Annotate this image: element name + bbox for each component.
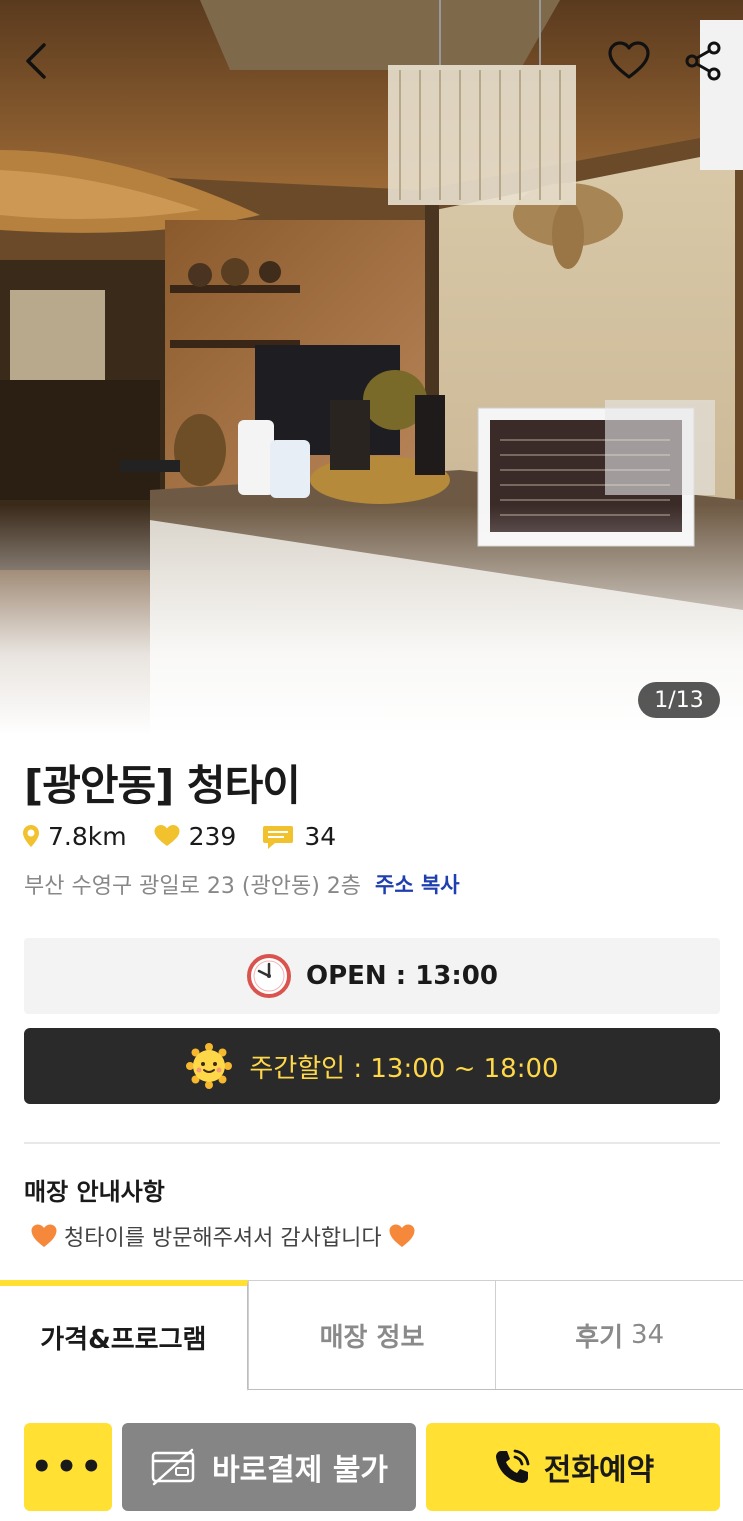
- tab-label: 매장 정보: [319, 1322, 425, 1353]
- detail-tabs: 가격&프로그램 매장 정보 후기 34: [0, 1280, 743, 1391]
- tab-reviews[interactable]: 후기 34: [495, 1280, 743, 1389]
- open-time-text: OPEN : 13:00: [306, 961, 498, 991]
- back-button[interactable]: [10, 36, 60, 86]
- tab-label: 후기: [575, 1322, 624, 1353]
- chevron-left-icon: [26, 43, 46, 79]
- orange-heart-icon: [389, 1224, 415, 1247]
- photo-counter: 1/13: [638, 682, 720, 718]
- location-pin-icon: [23, 825, 39, 847]
- notice-content: 청타이를 방문해주셔서 감사합니다: [24, 1220, 422, 1252]
- store-photo-carousel[interactable]: 1/13: [0, 0, 743, 735]
- pay-label: 바로결제 불가: [211, 1453, 389, 1488]
- call-label: 전화예약: [543, 1453, 655, 1488]
- heart-outline-icon: [608, 41, 650, 79]
- notice-text: 청타이를 방문해주셔서 감사합니다: [64, 1226, 382, 1251]
- open-time-box: OPEN : 13:00: [24, 938, 720, 1014]
- direct-payment-unavailable-button: 바로결제 불가: [122, 1423, 416, 1511]
- share-icon: [685, 41, 721, 81]
- tab-price-program[interactable]: 가격&프로그램: [0, 1280, 248, 1391]
- likes-count: 239: [188, 821, 237, 851]
- address-row: 부산 수영구 광일로 23 (광안동) 2층 주소 복사: [24, 868, 460, 900]
- weekday-discount-box: 주간할인 : 13:00 ~ 18:00: [24, 1028, 720, 1104]
- section-divider: [24, 1142, 720, 1144]
- heart-filled-icon: [154, 825, 180, 846]
- comment-icon: [263, 826, 294, 849]
- copy-address-link[interactable]: 주소 복사: [375, 869, 460, 899]
- store-title: [광안동] 청타이: [24, 761, 301, 810]
- reviews-count: 34: [304, 821, 337, 851]
- sun-icon: [186, 1043, 233, 1089]
- store-stats: 7.8km 239 34: [22, 818, 362, 854]
- share-button[interactable]: [678, 36, 728, 86]
- orange-heart-icon: [31, 1224, 57, 1247]
- phone-reservation-button[interactable]: 전화예약: [426, 1423, 720, 1511]
- store-address: 부산 수영구 광일로 23 (광안동) 2층: [24, 874, 362, 899]
- likes-stat: 239: [153, 821, 237, 851]
- distance-stat: 7.8km: [22, 822, 127, 851]
- weekday-discount-text: 주간할인 : 13:00 ~ 18:00: [249, 1053, 559, 1084]
- notice-title: 매장 안내사항: [24, 1178, 165, 1206]
- tab-label: 가격&프로그램: [40, 1324, 207, 1355]
- tab-store-info[interactable]: 매장 정보: [247, 1280, 496, 1389]
- phone-ringing-icon: [495, 1449, 530, 1483]
- photo-fade-overlay: [0, 505, 743, 735]
- distance-value: 7.8km: [48, 821, 127, 851]
- card-disabled-icon: [151, 1448, 195, 1486]
- favorite-button[interactable]: [604, 36, 654, 86]
- tab-review-count: 34: [631, 1320, 665, 1350]
- clock-icon: [247, 954, 292, 998]
- more-dots-icon: •••: [30, 1447, 106, 1487]
- more-options-button[interactable]: •••: [24, 1423, 112, 1511]
- reviews-stat: 34: [262, 822, 336, 851]
